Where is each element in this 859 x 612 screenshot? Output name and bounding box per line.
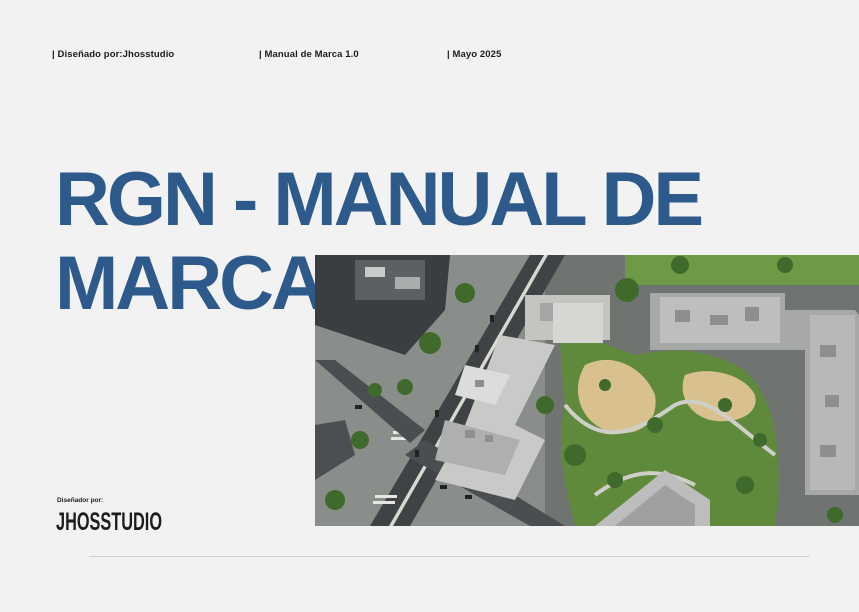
logo-text: JHOSSTUDIO [56,508,162,536]
header-date: | Mayo 2025 [447,49,502,60]
footer-divider [89,556,810,557]
header-designer: | Diseñado por:Jhosstudio [52,49,175,60]
aerial-city-photo [315,255,859,526]
header-manual-version: | Manual de Marca 1.0 [259,49,359,60]
page-title-line-1: RGN - MANUAL DE [55,157,704,242]
jhosstudio-logo: JHOSSTUDIO [55,506,163,536]
designer-credit-label: Diseñador por: [57,497,104,504]
